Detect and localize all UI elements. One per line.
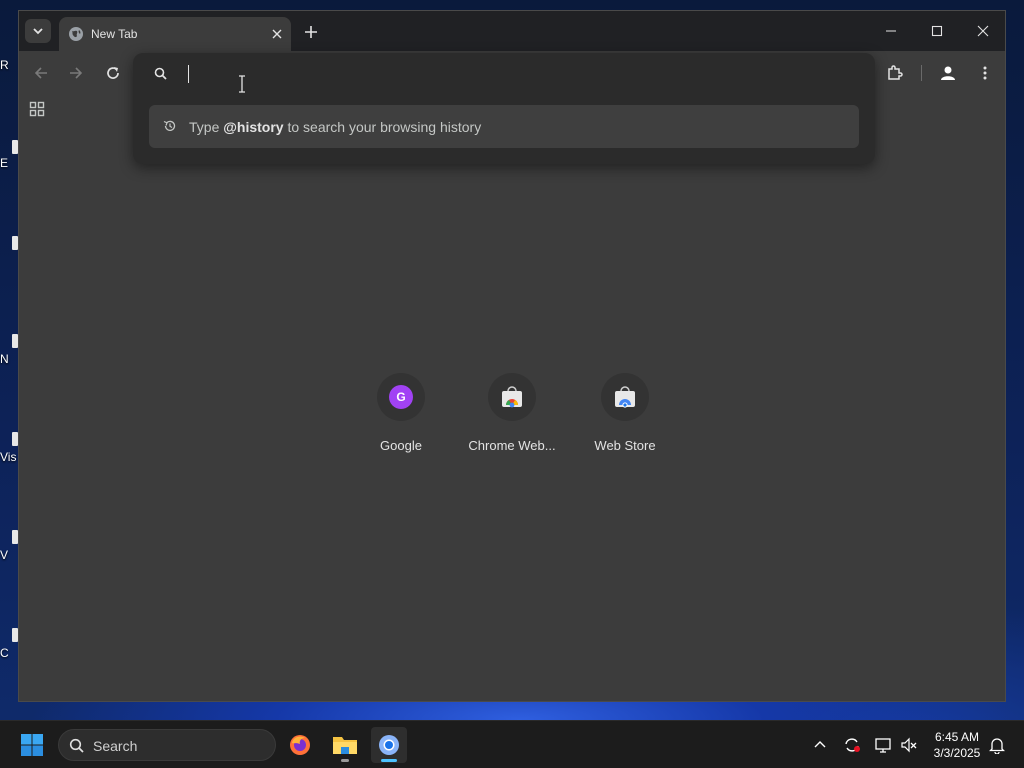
network-tray-icon[interactable] [873, 735, 893, 755]
arrow-left-icon [34, 67, 47, 79]
apps-button[interactable] [29, 101, 47, 119]
volume-tray-icon[interactable] [899, 735, 919, 755]
desktop-icon-label[interactable]: R [0, 58, 18, 72]
running-indicator [341, 759, 349, 762]
desktop-icon-label[interactable]: N [0, 352, 18, 366]
profile-button[interactable] [936, 61, 960, 85]
chevron-up-icon [814, 741, 826, 748]
chevron-down-icon [33, 28, 43, 35]
shortcut-google[interactable]: G Google [346, 373, 456, 463]
suggestion-keyword: @history [223, 119, 284, 135]
address-bar-input[interactable] [185, 61, 825, 87]
tab-close-button[interactable] [269, 26, 285, 42]
desktop-icon-label[interactable]: V [0, 548, 18, 562]
tab-new-tab[interactable]: New Tab [59, 17, 291, 51]
extensions-button[interactable] [883, 61, 907, 85]
close-icon [272, 29, 282, 39]
taskbar-clock[interactable]: 6:45 AM 3/3/2025 [928, 729, 986, 761]
taskbar-file-explorer[interactable] [327, 727, 363, 763]
browser-window: New Tab Type @history to search your bro… [18, 10, 1006, 702]
shortcut-label: Chrome Web... [468, 438, 556, 453]
globe-icon [69, 27, 83, 41]
shortcut-icon-circle [488, 373, 536, 421]
puzzle-icon [888, 65, 903, 80]
search-icon [154, 67, 167, 80]
sync-icon [845, 738, 860, 752]
i-beam-cursor-icon [239, 75, 245, 93]
firefox-icon [290, 735, 310, 755]
minimize-icon [886, 30, 896, 32]
taskbar-firefox[interactable] [282, 727, 318, 763]
omnibox-dropdown: Type @history to search your browsing hi… [133, 53, 875, 164]
menu-button[interactable] [973, 61, 997, 85]
reload-button[interactable] [101, 61, 125, 85]
tab-title: New Tab [91, 27, 138, 41]
close-icon [977, 25, 989, 37]
desktop-icon-label[interactable]: E [0, 156, 18, 170]
arrow-right-icon [70, 67, 83, 79]
apps-grid-icon [29, 101, 45, 117]
folder-icon [333, 737, 357, 754]
chromium-icon [379, 735, 399, 755]
suggestion-text: Type @history to search your browsing hi… [189, 119, 481, 135]
suggestion-suffix: to search your browsing history [287, 119, 482, 135]
taskbar: Search 6:45 AM 3/3/2025 [0, 720, 1024, 768]
show-hidden-icons-button[interactable] [810, 735, 830, 755]
tab-search-button[interactable] [25, 19, 51, 43]
close-window-button[interactable] [971, 19, 995, 43]
notifications-button[interactable] [987, 735, 1007, 755]
history-icon [163, 120, 176, 131]
taskbar-search-label: Search [93, 738, 138, 754]
plus-icon [305, 26, 317, 38]
more-vertical-icon [983, 66, 987, 80]
taskbar-search-box[interactable]: Search [58, 729, 276, 761]
shortcut-chrome-web-store[interactable]: Chrome Web... [457, 373, 567, 463]
desktop-icon-label[interactable]: C [0, 646, 18, 660]
shortcut-web-store[interactable]: Web Store [570, 373, 680, 463]
minimize-button[interactable] [879, 19, 903, 43]
suggestion-prefix: Type [189, 119, 220, 135]
volume-muted-icon [901, 737, 917, 753]
desktop-icon-label[interactable]: Vis [0, 450, 18, 464]
shortcut-label: Google [380, 438, 422, 453]
new-tab-button[interactable] [299, 21, 323, 43]
bell-icon [989, 738, 1005, 754]
text-caret [188, 65, 189, 83]
shortcut-icon-circle: G [377, 373, 425, 421]
clock-date: 3/3/2025 [933, 746, 981, 760]
search-icon [69, 738, 84, 753]
shortcut-label: Web Store [594, 438, 656, 453]
reload-icon [107, 67, 119, 79]
network-icon [875, 738, 891, 753]
clock-time: 6:45 AM [934, 730, 980, 744]
forward-button[interactable] [64, 61, 88, 85]
maximize-icon [931, 25, 943, 37]
sync-tray-icon[interactable] [842, 735, 862, 755]
person-icon [941, 66, 955, 80]
google-letter-avatar: G [389, 385, 413, 409]
toolbar-divider [921, 65, 922, 81]
taskbar-chromium[interactable] [371, 727, 407, 763]
back-button[interactable] [29, 61, 53, 85]
active-indicator [381, 759, 397, 762]
web-store-icon [615, 386, 635, 408]
tab-strip: New Tab [19, 11, 1005, 51]
history-suggestion[interactable]: Type @history to search your browsing hi… [149, 105, 859, 148]
web-store-icon [502, 386, 522, 408]
shortcut-icon-circle [601, 373, 649, 421]
windows-start-icon[interactable] [20, 733, 44, 757]
maximize-button[interactable] [925, 19, 949, 43]
